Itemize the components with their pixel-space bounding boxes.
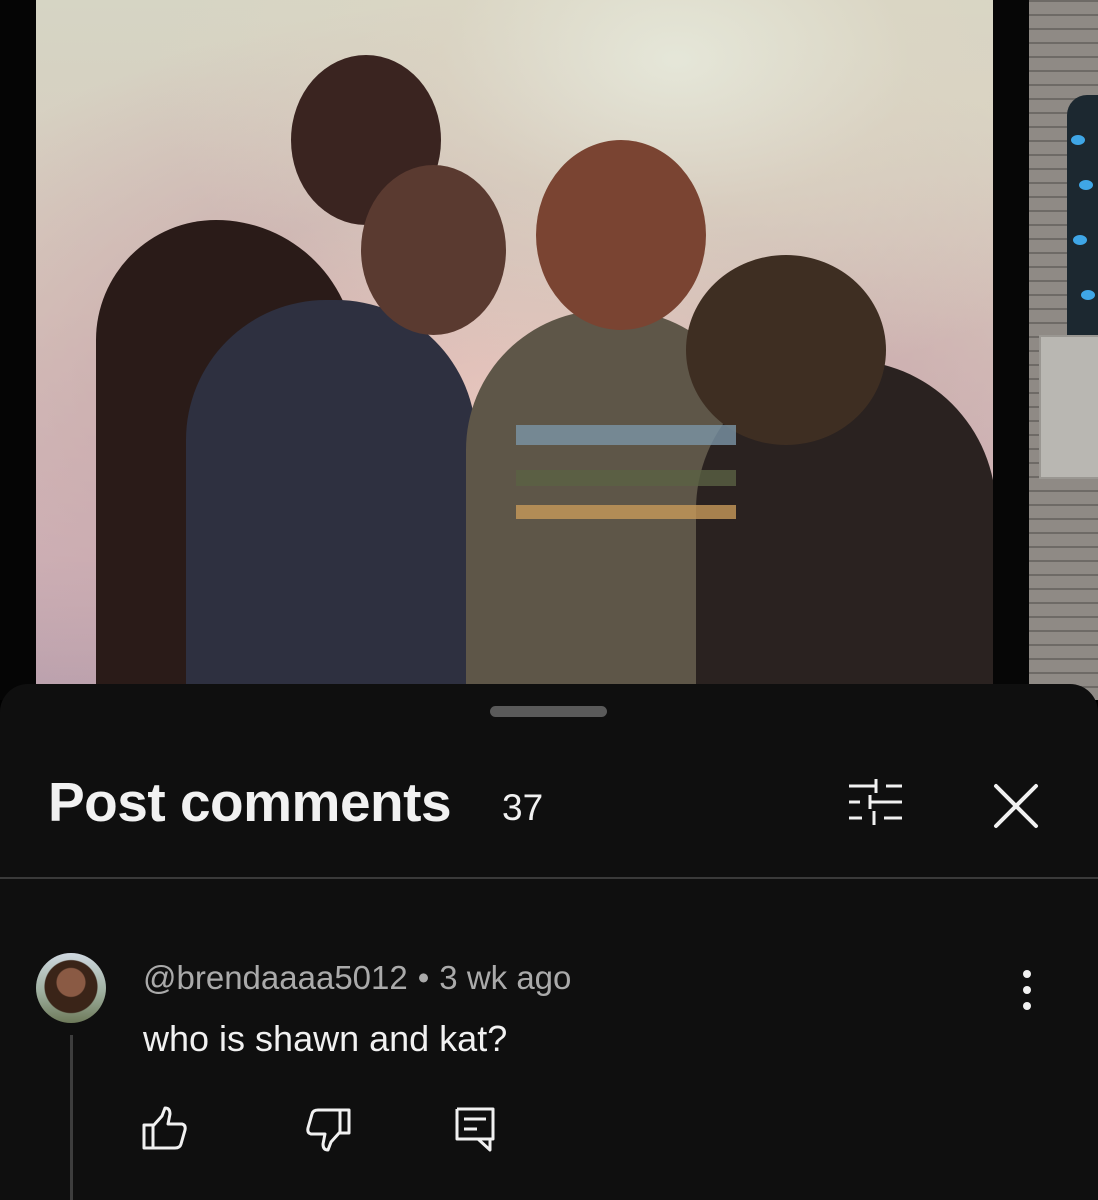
reply-comment-icon [455, 1107, 495, 1152]
drag-handle[interactable] [490, 706, 607, 717]
comment-author[interactable]: @brendaaaa5012 [143, 959, 408, 996]
sheet-title: Post comments [48, 771, 452, 833]
app-screen: Post comments 37 @brendaaaa5012 • 3 wk a… [0, 0, 1098, 1200]
comment-meta: @brendaaaa5012 • 3 wk ago [143, 959, 571, 997]
image-dot [1071, 135, 1085, 145]
image-person-silhouette [186, 300, 476, 690]
media-edge-strip [0, 0, 36, 700]
reply-button[interactable] [450, 1104, 500, 1154]
sort-filter-button[interactable] [840, 774, 910, 834]
dislike-button[interactable] [303, 1104, 353, 1154]
image-dot [1073, 235, 1087, 245]
image-person-head [686, 255, 886, 445]
avatar[interactable] [36, 953, 106, 1023]
header-divider [0, 877, 1098, 879]
image-stripe-shirt [516, 470, 736, 486]
sliders-icon [849, 779, 902, 825]
meta-separator: • [417, 959, 430, 996]
image-stripe-shirt [516, 425, 736, 445]
comment-text: who is shawn and kat? [143, 1018, 508, 1059]
more-vert-icon [1023, 970, 1031, 1010]
thumb-up-icon [142, 1106, 187, 1150]
post-image[interactable] [36, 0, 993, 690]
comment-more-button[interactable] [1006, 966, 1048, 1014]
image-dot [1081, 290, 1095, 300]
image-stripe-shirt [516, 505, 736, 519]
media-gap [993, 0, 1029, 700]
thread-line [70, 1035, 73, 1200]
image-person-head [536, 140, 706, 330]
comment-count: 37 [502, 787, 544, 828]
image-figure [1067, 95, 1098, 360]
thumb-down-icon [306, 1108, 351, 1152]
close-icon [994, 784, 1038, 828]
image-dot [1079, 180, 1093, 190]
close-button[interactable] [986, 776, 1046, 836]
comments-sheet: Post comments 37 @brendaaaa5012 • 3 wk a… [0, 684, 1098, 1200]
like-button[interactable] [140, 1104, 190, 1154]
comment-time: 3 wk ago [439, 959, 572, 996]
next-post-image[interactable] [1029, 0, 1098, 700]
image-person-head [361, 165, 506, 335]
image-wall-panel [1039, 335, 1098, 479]
